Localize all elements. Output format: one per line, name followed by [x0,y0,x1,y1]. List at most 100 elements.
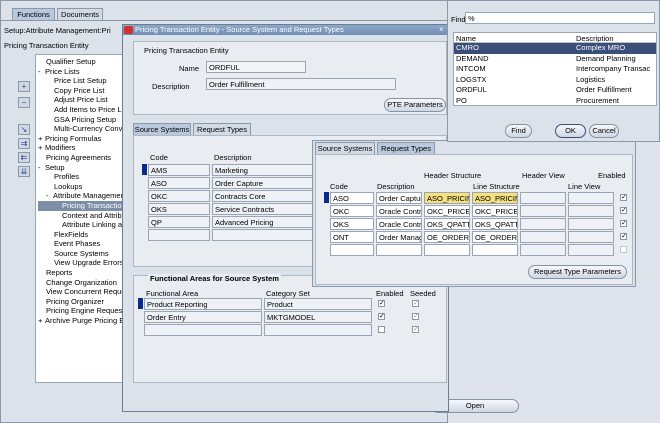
rt-header-view-field[interactable] [520,205,566,217]
tab-rt-source-systems[interactable]: Source Systems [315,142,375,154]
fa-area-field[interactable] [144,324,262,336]
lov-row[interactable]: CMRO Complex MRO [454,43,656,54]
source-description-field[interactable]: Advanced Pricing [212,216,322,228]
rt-header-structure-field[interactable] [424,244,470,256]
request-type-parameters-button[interactable]: Request Type Parameters [528,265,627,279]
rt-line-structure-field[interactable]: ASO_PRICIN [472,192,518,204]
find-window: Find % Name Description CMRO Complex MRO D… [447,0,660,142]
source-code-field[interactable]: OKC [148,190,210,202]
source-code-field[interactable]: AMS [148,164,210,176]
source-description-field[interactable]: Marketing [212,164,322,176]
source-description-field[interactable] [212,229,322,241]
source-code-field[interactable]: OKS [148,203,210,215]
source-description-field[interactable]: Order Capture [212,177,322,189]
tree-toggle-icon[interactable]: + [38,143,45,153]
rt-enabled-checkbox[interactable] [620,246,627,253]
tree-toggle-icon[interactable]: - [38,163,45,173]
rt-line-structure-field[interactable] [472,244,518,256]
find-button[interactable]: Find [505,124,532,138]
rt-enabled-checkbox[interactable]: ✓ [620,207,627,214]
lov-row[interactable]: DEMAND Demand Planning [454,54,656,65]
source-code-field[interactable] [148,229,210,241]
lov-row-name: DEMAND [456,53,489,63]
rt-enabled-checkbox[interactable]: ✓ [620,233,627,240]
rt-description-field[interactable]: Order Captur [376,192,422,204]
fa-category-field[interactable] [264,324,372,336]
tree-item-label: Adjust Price List [54,95,108,105]
rt-description-header: Description [377,182,415,191]
source-description-field[interactable]: Contracts Core [212,190,322,202]
rt-line-view-field[interactable] [568,192,614,204]
rt-description-field[interactable]: Order Manag [376,231,422,243]
source-description-field[interactable]: Service Contracts [212,203,322,215]
row-indicator [138,298,143,309]
tree-toggle-icon[interactable]: + [38,134,45,144]
rt-description-field[interactable]: Oracle Contr [376,218,422,230]
rt-line-view-field[interactable] [568,205,614,217]
find-input[interactable]: % [465,12,655,24]
rt-line-structure-field[interactable]: OE_ORDER_ [472,231,518,243]
fa-enabled-checkbox[interactable] [378,326,385,333]
collapse-all-button[interactable]: ⇇ [18,152,30,163]
rt-code-field[interactable] [330,244,374,256]
pte-parameters-button[interactable]: PTE Parameters [384,98,446,112]
tab-rt-request-types[interactable]: Request Types [377,142,435,154]
fa-category-field[interactable]: Product [264,298,372,310]
rt-header-structure-field[interactable]: OKS_QPATT [424,218,470,230]
rt-header-view-field[interactable] [520,192,566,204]
rt-header-view-field[interactable] [520,218,566,230]
lov-row-description: Procurement [576,95,619,105]
rt-header-view-field[interactable] [520,231,566,243]
expand-button[interactable]: + [18,81,30,92]
tree-toggle-icon[interactable]: + [38,316,45,326]
collapse-button[interactable]: − [18,97,30,108]
tab-pte-request-types[interactable]: Request Types [193,123,251,135]
rt-code-field[interactable]: ONT [330,231,374,243]
rt-enabled-checkbox[interactable]: ✓ [620,194,627,201]
source-code-field[interactable]: ASO [148,177,210,189]
rt-line-view-field[interactable] [568,231,614,243]
rt-description-field[interactable] [376,244,422,256]
fa-category-field[interactable]: MKTGMODEL [264,311,372,323]
rt-header-structure-field[interactable]: OKC_PRICE_ [424,205,470,217]
collapse-branch-button[interactable]: ⇊ [18,166,30,177]
lov-row[interactable]: PO Procurement [454,96,656,107]
tab-functions[interactable]: Functions [12,8,55,20]
window-close-icon[interactable]: × [439,26,447,34]
rt-header-structure-field[interactable]: OE_ORDER_ [424,231,470,243]
lov-row[interactable]: LOGSTX Logistics [454,75,656,86]
rt-code-field[interactable]: OKC [330,205,374,217]
lov-row[interactable]: INTCOM Intercompany Transac [454,64,656,75]
tree-item-label: View Concurrent Reque [46,287,126,297]
tree-toggle-icon[interactable]: - [38,67,45,77]
expand-all-button[interactable]: ⇉ [18,138,30,149]
tree-toggle-icon[interactable]: - [46,191,53,201]
fa-area-field[interactable]: Product Reporting [144,298,262,310]
tree-item-label: Modifiers [45,143,76,153]
lov-row[interactable]: ORDFUL Order Fulfillment [454,85,656,96]
fa-area-field[interactable]: Order Entry [144,311,262,323]
source-code-field[interactable]: QP [148,216,210,228]
rt-line-view-field[interactable] [568,218,614,230]
rt-line-structure-field[interactable]: OKS_QPATT [472,218,518,230]
rt-line-view-field[interactable] [568,244,614,256]
rt-code-field[interactable]: ASO [330,192,374,204]
rt-line-structure-field[interactable]: OKC_PRICE_ [472,205,518,217]
ok-button[interactable]: OK [555,124,586,138]
expand-branch-button[interactable]: ↘ [18,124,30,135]
lov-row-description: Order Fulfillment [576,85,632,94]
name-field[interactable]: ORDFUL [206,61,306,73]
rt-enabled-checkbox[interactable]: ✓ [620,220,627,227]
tree-item-label: Copy Price List [54,85,105,95]
rt-header-structure-field[interactable]: ASO_PRICIN [424,192,470,204]
rt-header-view-field[interactable] [520,244,566,256]
description-field[interactable]: Order Fulfillment [206,78,396,90]
rt-description-field[interactable]: Oracle Contr [376,205,422,217]
side-toolbar: + − ↘ ⇉ ⇇ ⇊ [18,81,32,177]
tab-pte-source-systems[interactable]: Source Systems [133,123,191,135]
rt-code-field[interactable]: OKS [330,218,374,230]
fa-enabled-checkbox[interactable]: ✓ [378,300,385,307]
cancel-button[interactable]: Cancel [589,124,619,138]
fa-enabled-checkbox[interactable]: ✓ [378,313,385,320]
tab-documents[interactable]: Documents [57,8,103,20]
